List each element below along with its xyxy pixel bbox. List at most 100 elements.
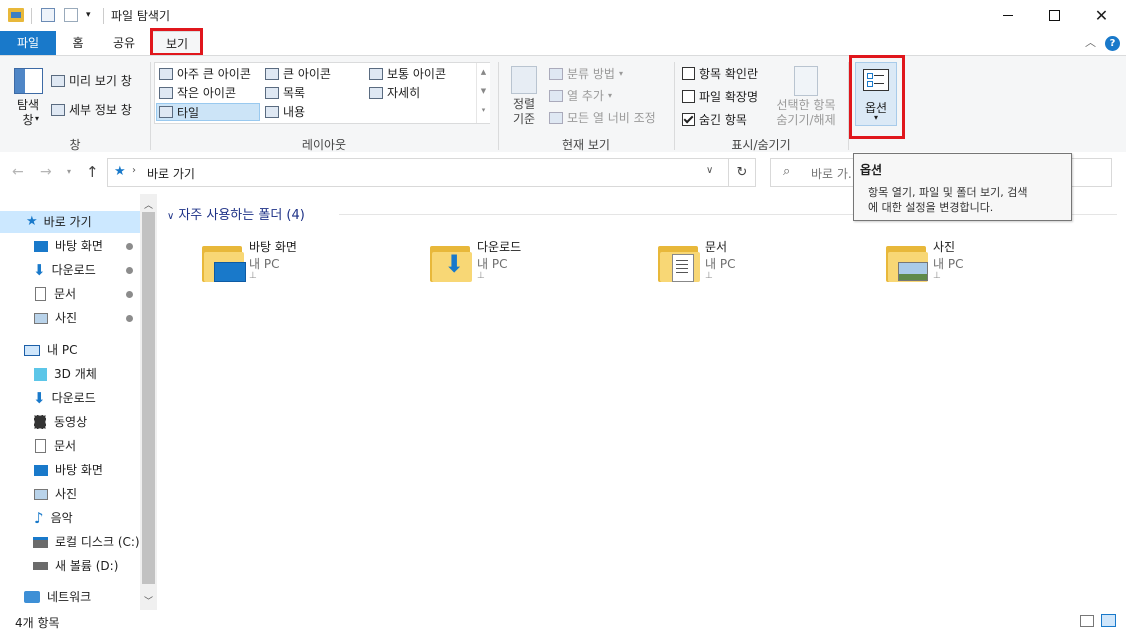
add-columns-button[interactable]: 열 추가 ▾ [549,87,612,104]
nav-volume-d[interactable]: 새 볼륨 (D:) [0,555,118,577]
fit-columns-icon [549,111,563,124]
nav-pictures[interactable]: 사진 [0,483,77,505]
help-icon[interactable]: ? [1105,36,1120,51]
hide-selected-label: 선택한 항목 숨기기/해제 [776,98,836,127]
qat-dropdown-icon[interactable]: ▾ [86,10,91,20]
layout-medium-icons[interactable]: 보통 아이콘 [369,65,446,82]
layout-icon [265,105,279,118]
explorer-app-icon [8,8,24,22]
nav-music[interactable]: ♪ 음악 [0,507,73,529]
view-tab-highlight [150,28,203,56]
nav-3d-objects[interactable]: 3D 개체 [0,363,97,385]
nav-pane-dropdown-icon: ▾ [35,114,40,123]
nav-quick-desktop[interactable]: 바탕 화면 [0,235,133,257]
navigation-pane: ★ 바로 가기 바탕 화면 ⬇ 다운로드 문서 사진 내 PC 3D 개체 ⬇ … [0,194,157,610]
tab-home[interactable]: 홈 [60,31,96,55]
refresh-button[interactable]: ↻ [729,158,756,187]
new-folder-icon[interactable] [64,8,78,22]
checkbox-checked [682,113,695,126]
add-columns-icon [549,89,563,102]
tab-file[interactable]: 파일 [0,31,56,55]
layout-content[interactable]: 내용 [265,103,305,120]
pin-icon: ⊥ [705,271,713,281]
hidden-items-toggle[interactable]: 숨긴 항목 [682,111,747,128]
item-count: 4개 항목 [15,616,60,630]
pin-icon [126,315,133,322]
documents-folder-icon [658,242,702,282]
nav-quick-downloads[interactable]: ⬇ 다운로드 [0,259,133,281]
ribbon-tabs: 파일 홈 공유 보기 ︿ ? [0,28,1126,56]
nav-downloads[interactable]: ⬇ 다운로드 [0,387,96,409]
file-extensions-toggle[interactable]: 파일 확장명 [682,88,758,105]
scroll-thumb[interactable] [142,212,155,584]
pictures-folder-icon [886,242,930,282]
folder-tile-desktop[interactable]: 바탕 화면 내 PC ⊥ [197,238,397,288]
layout-scrollbar[interactable]: ▲ ▼ ▾ [476,63,490,123]
folder-tile-downloads[interactable]: ⬇ 다운로드 내 PC ⊥ [425,238,625,288]
close-icon: ✕ [1094,6,1109,25]
music-icon: ♪ [34,509,44,527]
hide-selected-button[interactable]: 선택한 항목 숨기기/해제 [772,64,840,132]
download-icon: ⬇ [33,261,46,279]
layout-icon [159,86,173,99]
details-view-button[interactable] [1080,615,1094,627]
layout-icon [265,86,279,99]
up-button[interactable]: ↑ [86,163,99,181]
layout-large-icons[interactable]: 큰 아이콘 [265,65,331,82]
nav-documents[interactable]: 문서 [0,435,76,457]
back-button[interactable]: ← [12,164,24,180]
fit-columns-button[interactable]: 모든 열 너비 조정 [549,109,656,126]
sort-icon [511,66,537,94]
download-icon: ⬇ [33,389,46,407]
nav-desktop[interactable]: 바탕 화면 [0,459,103,481]
address-bar[interactable]: ★ › 바로 가기 ∨ [107,158,729,187]
group-by-button[interactable]: 분류 방법 ▾ [549,65,623,82]
sort-by-button[interactable]: 정렬 기준 [505,64,543,132]
details-pane-label: 세부 정보 창 [69,103,132,117]
nav-pane-icon [14,68,43,94]
large-icons-view-button[interactable] [1101,614,1116,627]
search-icon: ⌕ [783,164,791,179]
checkbox-unchecked [682,67,695,80]
layout-details[interactable]: 자세히 [369,84,420,101]
preview-pane-button[interactable]: 미리 보기 창 [51,72,132,89]
nav-quick-documents[interactable]: 문서 [0,283,133,305]
layout-extra-large-icons[interactable]: 아주 큰 아이콘 [159,65,251,82]
hide-selected-icon [794,66,818,96]
address-dropdown-icon[interactable]: ∨ [706,165,713,176]
tab-share[interactable]: 공유 [104,31,144,55]
forward-button[interactable]: → [40,164,52,180]
pin-icon [126,267,133,274]
properties-icon[interactable] [41,8,55,22]
preview-pane-label: 미리 보기 창 [69,74,132,88]
details-pane-button[interactable]: 세부 정보 창 [51,101,132,118]
nav-local-disk-c[interactable]: 로컬 디스크 (C:) [0,531,140,553]
section-header[interactable]: ∨ 자주 사용하는 폴더 (4) [167,204,305,223]
item-checkboxes-toggle[interactable]: 항목 확인란 [682,65,758,82]
scroll-down-icon[interactable]: ﹀ [144,594,153,607]
nav-pane-button[interactable]: 탐색 창 ▾ [8,64,48,130]
folder-tile-documents[interactable]: 문서 내 PC ⊥ [653,238,853,288]
layout-list[interactable]: 목록 [265,84,305,101]
layout-icon [159,106,173,118]
folder-tile-pictures[interactable]: 사진 내 PC ⊥ [881,238,1081,288]
nav-videos[interactable]: 동영상 [0,411,87,433]
scroll-up-icon[interactable]: ︿ [144,198,153,211]
layout-small-icons[interactable]: 작은 아이콘 [159,84,236,101]
nav-scrollbar[interactable]: ︿ ﹀ [140,194,157,610]
nav-quick-pictures[interactable]: 사진 [0,307,133,329]
maximize-button[interactable] [1031,0,1077,31]
group-label-layout: 레이아웃 [301,138,347,152]
group-label-current-view: 현재 보기 [562,138,610,152]
nav-quick-access[interactable]: ★ 바로 가기 [0,211,140,233]
close-button[interactable]: ✕ [1077,0,1126,31]
pin-icon: ⊥ [249,271,257,281]
nav-this-pc[interactable]: 내 PC [0,339,77,361]
collapse-ribbon-icon[interactable]: ︿ [1085,34,1096,50]
layout-tiles[interactable]: 타일 [156,103,260,121]
options-tooltip: 옵션 항목 열기, 파일 및 폴더 보기, 검색 에 대한 설정을 변경합니다. [853,153,1072,221]
recent-dropdown-icon[interactable]: ▾ [67,167,71,176]
minimize-button[interactable] [985,0,1031,31]
drive-icon [33,536,48,548]
nav-network[interactable]: 네트워크 [0,586,91,608]
